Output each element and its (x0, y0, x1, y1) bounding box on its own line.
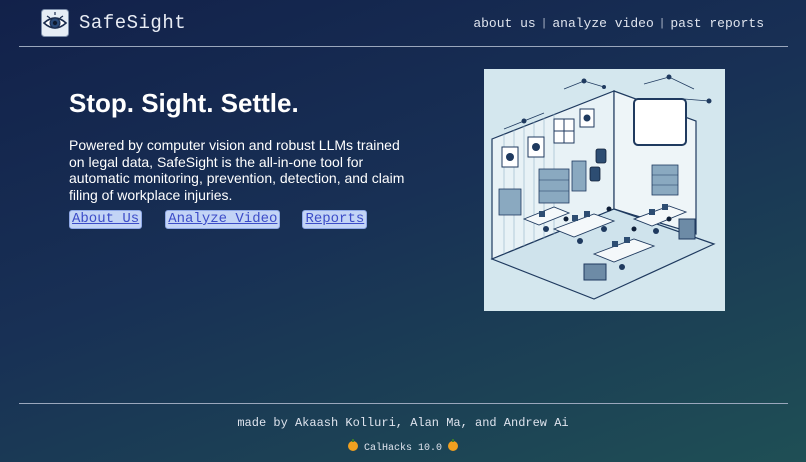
nav-about-us[interactable]: about us (473, 16, 535, 31)
analyze-video-button[interactable]: Analyze Video (165, 210, 281, 229)
top-nav: about us | analyze video | past reports (473, 16, 764, 31)
pumpkin-icon (448, 439, 458, 451)
event-name: CalHacks 10.0 (363, 443, 442, 454)
about-us-button[interactable]: About Us (69, 210, 143, 229)
eye-icon[interactable] (41, 9, 69, 37)
hero-description: Powered by computer vision and robust LL… (69, 137, 405, 203)
footer-event-line: CalHacks 10.0 (0, 439, 806, 454)
nav-analyze-video[interactable]: analyze video (552, 16, 653, 31)
footer-credits: made by Akaash Kolluri, Alan Ma, and And… (237, 416, 569, 430)
reports-button[interactable]: Reports (302, 210, 368, 229)
nav-past-reports[interactable]: past reports (670, 16, 764, 31)
pumpkin-icon (347, 439, 358, 451)
office-illustration (484, 69, 725, 311)
nav-separator: | (540, 17, 548, 30)
footer-divider (19, 403, 788, 404)
isometric-office-illustration (484, 69, 725, 311)
brand-name[interactable]: SafeSight (79, 12, 186, 34)
hero-title: Stop. Sight. Settle. (69, 88, 299, 118)
header-divider (19, 46, 788, 47)
nav-separator: | (658, 17, 666, 30)
hero-actions: About Us Analyze Video Reports (69, 210, 368, 229)
site-header: SafeSight about us | analyze video | pas… (0, 0, 806, 46)
